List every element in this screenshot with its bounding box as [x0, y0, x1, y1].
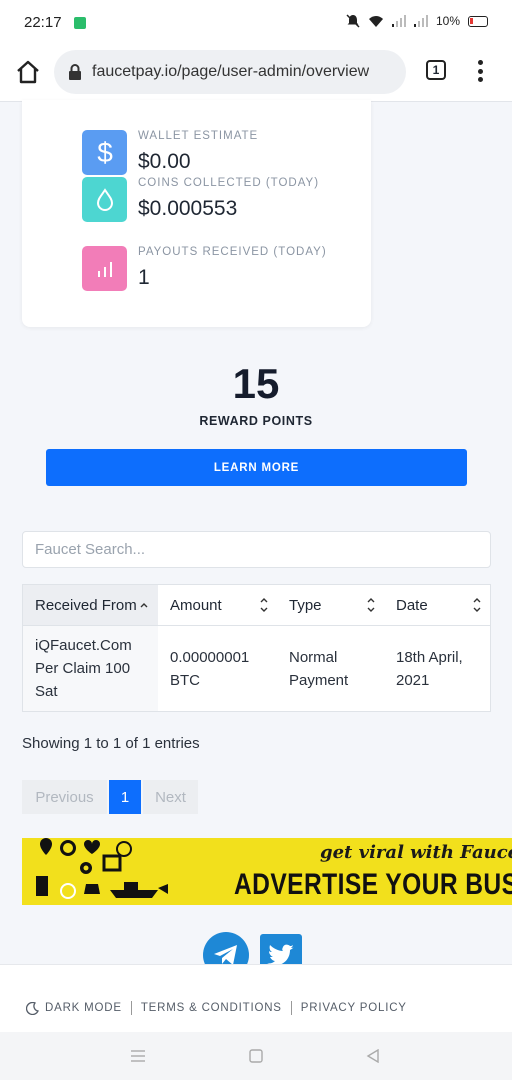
sort-icon: [473, 598, 481, 612]
status-bar: 22:17 10%: [0, 0, 512, 46]
home-nav-icon[interactable]: [249, 1049, 263, 1063]
cell-amount: 0.00000001 BTC: [170, 648, 250, 689]
column-amount[interactable]: Amount: [158, 585, 277, 625]
column-label: Amount: [170, 596, 222, 614]
page-number-button[interactable]: 1: [109, 780, 141, 814]
footer-links: DARK MODE TERMS & CONDITIONS PRIVACY POL…: [26, 1001, 407, 1015]
ad-tagline: get viral with FaucetPay: [320, 842, 512, 863]
ad-icons-graphic: [36, 838, 168, 899]
coins-collected-value: $0.000553: [138, 197, 238, 220]
sort-up-icon: [140, 603, 148, 608]
recents-icon[interactable]: [130, 1050, 146, 1062]
home-icon[interactable]: [14, 58, 42, 86]
entries-info: Showing 1 to 1 of 1 entries: [22, 735, 200, 752]
signal-2-icon: [413, 15, 428, 27]
payments-table: Received From Amount Type Date iQFaucet.…: [22, 584, 491, 712]
notification-app-icon: [74, 17, 86, 29]
reward-points-value: 15: [232, 360, 280, 407]
battery-text: 10%: [435, 14, 460, 28]
terms-link[interactable]: TERMS & CONDITIONS: [141, 1002, 282, 1014]
payouts-received-value: 1: [138, 266, 150, 289]
wallet-estimate-label: WALLET ESTIMATE: [138, 130, 259, 142]
payouts-stat-icon: [82, 246, 127, 291]
footer: DARK MODE TERMS & CONDITIONS PRIVACY POL…: [0, 964, 512, 1032]
column-type[interactable]: Type: [277, 585, 384, 625]
browser-toolbar: faucetpay.io/page/user-admin/overview 1: [0, 46, 512, 102]
status-indicators: 10%: [346, 14, 488, 28]
moon-icon[interactable]: [26, 1001, 39, 1015]
drop-icon: [96, 187, 113, 211]
column-date[interactable]: Date: [384, 585, 490, 625]
telegram-plane-icon: [214, 945, 237, 965]
dollar-icon: $: [97, 138, 113, 168]
advertise-banner[interactable]: get viral with FaucetPay ADVERTISE YOUR …: [22, 838, 512, 905]
privacy-link[interactable]: PRIVACY POLICY: [301, 1002, 407, 1014]
column-label: Received From: [35, 596, 137, 614]
faucet-search-input[interactable]: [22, 531, 491, 568]
url-text: faucetpay.io/page/user-admin/overview: [92, 63, 370, 80]
battery-icon: [468, 15, 488, 27]
wallet-estimate-value: $0.00: [138, 150, 191, 173]
learn-more-button[interactable]: LEARN MORE: [46, 449, 467, 486]
reward-points-label: REWARD POINTS: [199, 414, 313, 428]
column-label: Date: [396, 596, 428, 614]
table-header: Received From Amount Type Date: [23, 585, 490, 626]
svg-text:$: $: [97, 138, 113, 168]
address-bar[interactable]: faucetpay.io/page/user-admin/overview: [54, 50, 406, 94]
column-label: Type: [289, 596, 322, 614]
back-icon[interactable]: [366, 1049, 380, 1063]
coins-stat-icon: [82, 177, 127, 222]
footer-divider: [130, 1001, 132, 1015]
sort-icon: [367, 598, 375, 612]
cell-type: Normal Payment: [289, 648, 349, 689]
mute-icon: [346, 14, 360, 28]
table-row: iQFaucet.Com Per Claim 100 Sat 0.0000000…: [23, 626, 490, 711]
status-time: 22:17: [24, 14, 62, 31]
cell-date: 18th April, 2021: [396, 648, 463, 689]
footer-divider: [290, 1001, 292, 1015]
payouts-received-label: PAYOUTS RECEIVED (TODAY): [138, 246, 327, 258]
wifi-icon: [368, 15, 383, 27]
twitter-bird-icon: [267, 944, 294, 966]
ad-headline: ADVERTISE YOUR BUSINES: [234, 868, 512, 901]
tab-switcher-button[interactable]: 1: [426, 60, 446, 80]
overflow-menu-icon[interactable]: [472, 58, 488, 84]
lock-icon: [69, 64, 81, 80]
sort-icon: [260, 598, 268, 612]
column-received-from[interactable]: Received From: [23, 585, 158, 625]
wallet-stat-icon: $: [82, 130, 127, 175]
bar-chart-icon: [97, 261, 112, 277]
signal-icon: [391, 15, 406, 27]
cell-received-from: iQFaucet.Com Per Claim 100 Sat: [23, 626, 158, 711]
system-nav-bar: [0, 1032, 512, 1080]
stats-card: $ WALLET ESTIMATE $0.00 COINS COLLECTED …: [22, 100, 371, 327]
next-page-button[interactable]: Next: [143, 780, 198, 814]
coins-collected-label: COINS COLLECTED (TODAY): [138, 177, 320, 189]
dark-mode-link[interactable]: DARK MODE: [45, 1002, 122, 1014]
previous-page-button[interactable]: Previous: [22, 780, 107, 814]
pagination: Previous 1 Next: [22, 780, 198, 814]
